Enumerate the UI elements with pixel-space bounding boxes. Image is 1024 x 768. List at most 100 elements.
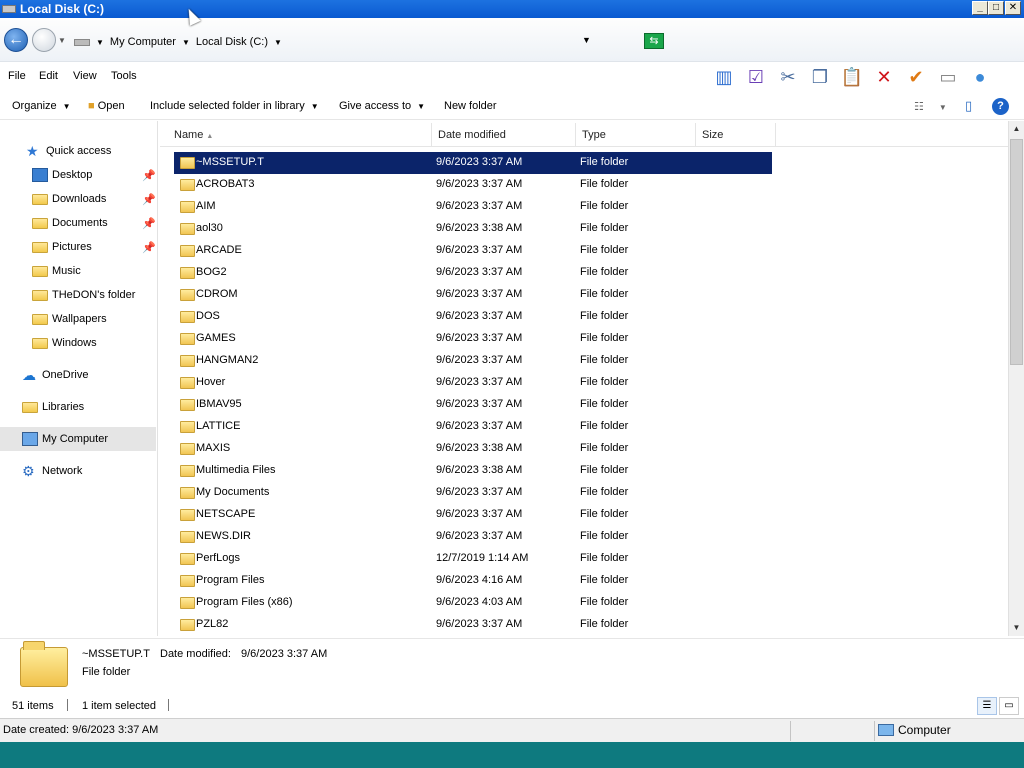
change-view-icon[interactable]: ☷ ▼ bbox=[914, 100, 947, 113]
menu-view[interactable]: View bbox=[73, 70, 97, 82]
refresh-button[interactable]: ⇆ bbox=[644, 33, 664, 49]
folder-icon bbox=[180, 245, 195, 257]
nav-item-documents[interactable]: Documents bbox=[32, 212, 108, 234]
crumb-local-disk[interactable]: Local Disk (C:) bbox=[196, 36, 268, 48]
crumb-my-computer[interactable]: My Computer bbox=[110, 36, 176, 48]
nav-item-windows[interactable]: Windows bbox=[32, 332, 97, 354]
breadcrumb[interactable]: ▼ My Computer ▼ Local Disk (C:) ▼ bbox=[74, 36, 282, 48]
pin-icon[interactable]: 📌 bbox=[142, 241, 156, 254]
properties-icon[interactable]: ☑ bbox=[744, 65, 768, 89]
copy-icon[interactable]: ❐ bbox=[808, 65, 832, 89]
help-button[interactable]: ? bbox=[992, 98, 1009, 115]
address-history-dropdown[interactable]: ▼ bbox=[582, 35, 591, 45]
table-row[interactable]: GAMES 9/6/2023 3:37 AM File folder bbox=[174, 328, 772, 350]
table-row[interactable]: Multimedia Files 9/6/2023 3:38 AM File fol… bbox=[174, 460, 772, 482]
folder-icon bbox=[32, 313, 48, 325]
table-row[interactable]: NEWS.DIR 9/6/2023 3:37 AM File folder bbox=[174, 526, 772, 548]
file-type: File folder bbox=[580, 288, 629, 300]
chevron-down-icon[interactable]: ▼ bbox=[96, 38, 104, 47]
include-in-library-button[interactable]: Include selected folder in library ▼ bbox=[150, 100, 319, 112]
preview-pane-toggle-icon[interactable]: ▯ bbox=[965, 98, 972, 114]
table-row[interactable]: HANGMAN2 9/6/2023 3:37 AM File folder bbox=[174, 350, 772, 372]
pin-icon[interactable]: 📌 bbox=[142, 193, 156, 206]
maximize-button[interactable]: □ bbox=[988, 1, 1004, 15]
file-name: IBMAV95 bbox=[196, 398, 242, 410]
chevron-down-icon: ▼ bbox=[62, 102, 71, 111]
nav-onedrive[interactable]: ☁ OneDrive bbox=[22, 364, 88, 386]
new-folder-button[interactable]: New folder bbox=[444, 100, 497, 112]
scroll-up-button[interactable]: ▲ bbox=[1009, 121, 1024, 136]
table-row[interactable]: aol30 9/6/2023 3:38 AM File folder bbox=[174, 218, 772, 240]
table-row[interactable]: ~MSSETUP.T 9/6/2023 3:37 AM File folder bbox=[174, 152, 772, 174]
recent-pages-dropdown[interactable]: ▼ bbox=[58, 36, 66, 45]
table-row[interactable]: AIM 9/6/2023 3:37 AM File folder bbox=[174, 196, 772, 218]
nav-item-desktop[interactable]: Desktop bbox=[32, 164, 92, 186]
checkmark-icon[interactable]: ✔ bbox=[904, 65, 928, 89]
chevron-down-icon[interactable]: ▼ bbox=[182, 38, 190, 47]
nav-item-pictures[interactable]: Pictures bbox=[32, 236, 92, 258]
menu-tools[interactable]: Tools bbox=[111, 70, 137, 82]
vertical-scrollbar[interactable]: ▲ ▼ bbox=[1008, 121, 1024, 636]
column-name[interactable]: Name ▲ bbox=[168, 123, 432, 147]
pictures-folder-icon bbox=[32, 241, 48, 253]
folder-icon bbox=[180, 201, 195, 213]
table-row[interactable]: BOG2 9/6/2023 3:37 AM File folder bbox=[174, 262, 772, 284]
cut-icon[interactable]: ✂ bbox=[776, 65, 800, 89]
title-bar[interactable]: Local Disk (C:) _ □ ✕ bbox=[0, 0, 1024, 18]
paste-icon[interactable]: 📋 bbox=[840, 65, 864, 89]
cloud-icon: ☁ bbox=[22, 367, 36, 383]
file-date-modified: 9/6/2023 3:38 AM bbox=[436, 442, 523, 454]
file-name: BOG2 bbox=[196, 266, 227, 278]
table-row[interactable]: ACROBAT3 9/6/2023 3:37 AM File folder bbox=[174, 174, 772, 196]
table-row[interactable]: Program Files 9/6/2023 4:16 AM File folder bbox=[174, 570, 772, 592]
nav-item-downloads[interactable]: Downloads bbox=[32, 188, 106, 210]
file-type: File folder bbox=[580, 530, 629, 542]
forward-button[interactable] bbox=[32, 28, 56, 52]
table-row[interactable]: Hover 9/6/2023 3:37 AM File folder bbox=[174, 372, 772, 394]
globe-icon[interactable]: ● bbox=[968, 65, 992, 89]
column-date-modified[interactable]: Date modified bbox=[432, 123, 576, 147]
details-view-icon[interactable]: ☰ bbox=[977, 697, 997, 715]
pin-icon[interactable]: 📌 bbox=[142, 169, 156, 182]
rename-icon[interactable]: ▭ bbox=[936, 65, 960, 89]
item-count: 51 items bbox=[12, 700, 54, 712]
back-button[interactable]: ← bbox=[4, 28, 28, 52]
large-icons-view-icon[interactable]: ▭ bbox=[999, 697, 1019, 715]
scroll-thumb[interactable] bbox=[1010, 139, 1023, 365]
table-row[interactable]: NETSCAPE 9/6/2023 3:37 AM File folder bbox=[174, 504, 772, 526]
nav-item-wallpapers[interactable]: Wallpapers bbox=[32, 308, 107, 330]
table-row[interactable]: MAXIS 9/6/2023 3:38 AM File folder bbox=[174, 438, 772, 460]
nav-network[interactable]: ⚙ Network bbox=[22, 460, 82, 482]
column-size[interactable]: Size bbox=[696, 123, 776, 147]
menu-edit[interactable]: Edit bbox=[39, 70, 58, 82]
nav-quick-access[interactable]: ★ Quick access bbox=[26, 140, 111, 162]
open-button[interactable]: ■ Open bbox=[88, 100, 125, 112]
column-type[interactable]: Type bbox=[576, 123, 696, 147]
preview-pane-icon[interactable]: ▥ bbox=[712, 65, 736, 89]
organize-button[interactable]: Organize ▼ bbox=[12, 100, 71, 112]
table-row[interactable]: ARCADE 9/6/2023 3:37 AM File folder bbox=[174, 240, 772, 262]
give-access-button[interactable]: Give access to ▼ bbox=[339, 100, 425, 112]
menu-file[interactable]: File bbox=[8, 70, 26, 82]
table-row[interactable]: My Documents 9/6/2023 3:37 AM File folder bbox=[174, 482, 772, 504]
table-row[interactable]: PerfLogs 12/7/2019 1:14 AM File folder bbox=[174, 548, 772, 570]
nav-my-computer[interactable]: My Computer bbox=[0, 427, 156, 451]
chevron-down-icon[interactable]: ▼ bbox=[274, 38, 282, 47]
close-button[interactable]: ✕ bbox=[1005, 1, 1021, 15]
nav-item-thedons-folder[interactable]: THeDON's folder bbox=[32, 284, 135, 306]
table-row[interactable]: LATTICE 9/6/2023 3:37 AM File folder bbox=[174, 416, 772, 438]
nav-libraries[interactable]: Libraries bbox=[22, 396, 84, 418]
file-type: File folder bbox=[580, 266, 629, 278]
delete-icon[interactable]: ✕ bbox=[872, 65, 896, 89]
table-row[interactable]: Program Files (x86) 9/6/2023 4:03 AM File … bbox=[174, 592, 772, 614]
pin-icon[interactable]: 📌 bbox=[142, 217, 156, 230]
table-row[interactable]: CDROM 9/6/2023 3:37 AM File folder bbox=[174, 284, 772, 306]
folder-icon bbox=[180, 157, 195, 169]
table-row[interactable]: PZL82 9/6/2023 3:37 AM File folder bbox=[174, 614, 772, 636]
table-row[interactable]: DOS 9/6/2023 3:37 AM File folder bbox=[174, 306, 772, 328]
nav-item-music[interactable]: Music bbox=[32, 260, 81, 282]
table-row[interactable]: IBMAV95 9/6/2023 3:37 AM File folder bbox=[174, 394, 772, 416]
scroll-down-button[interactable]: ▼ bbox=[1009, 620, 1024, 635]
drive-icon bbox=[2, 5, 16, 13]
minimize-button[interactable]: _ bbox=[972, 1, 988, 15]
